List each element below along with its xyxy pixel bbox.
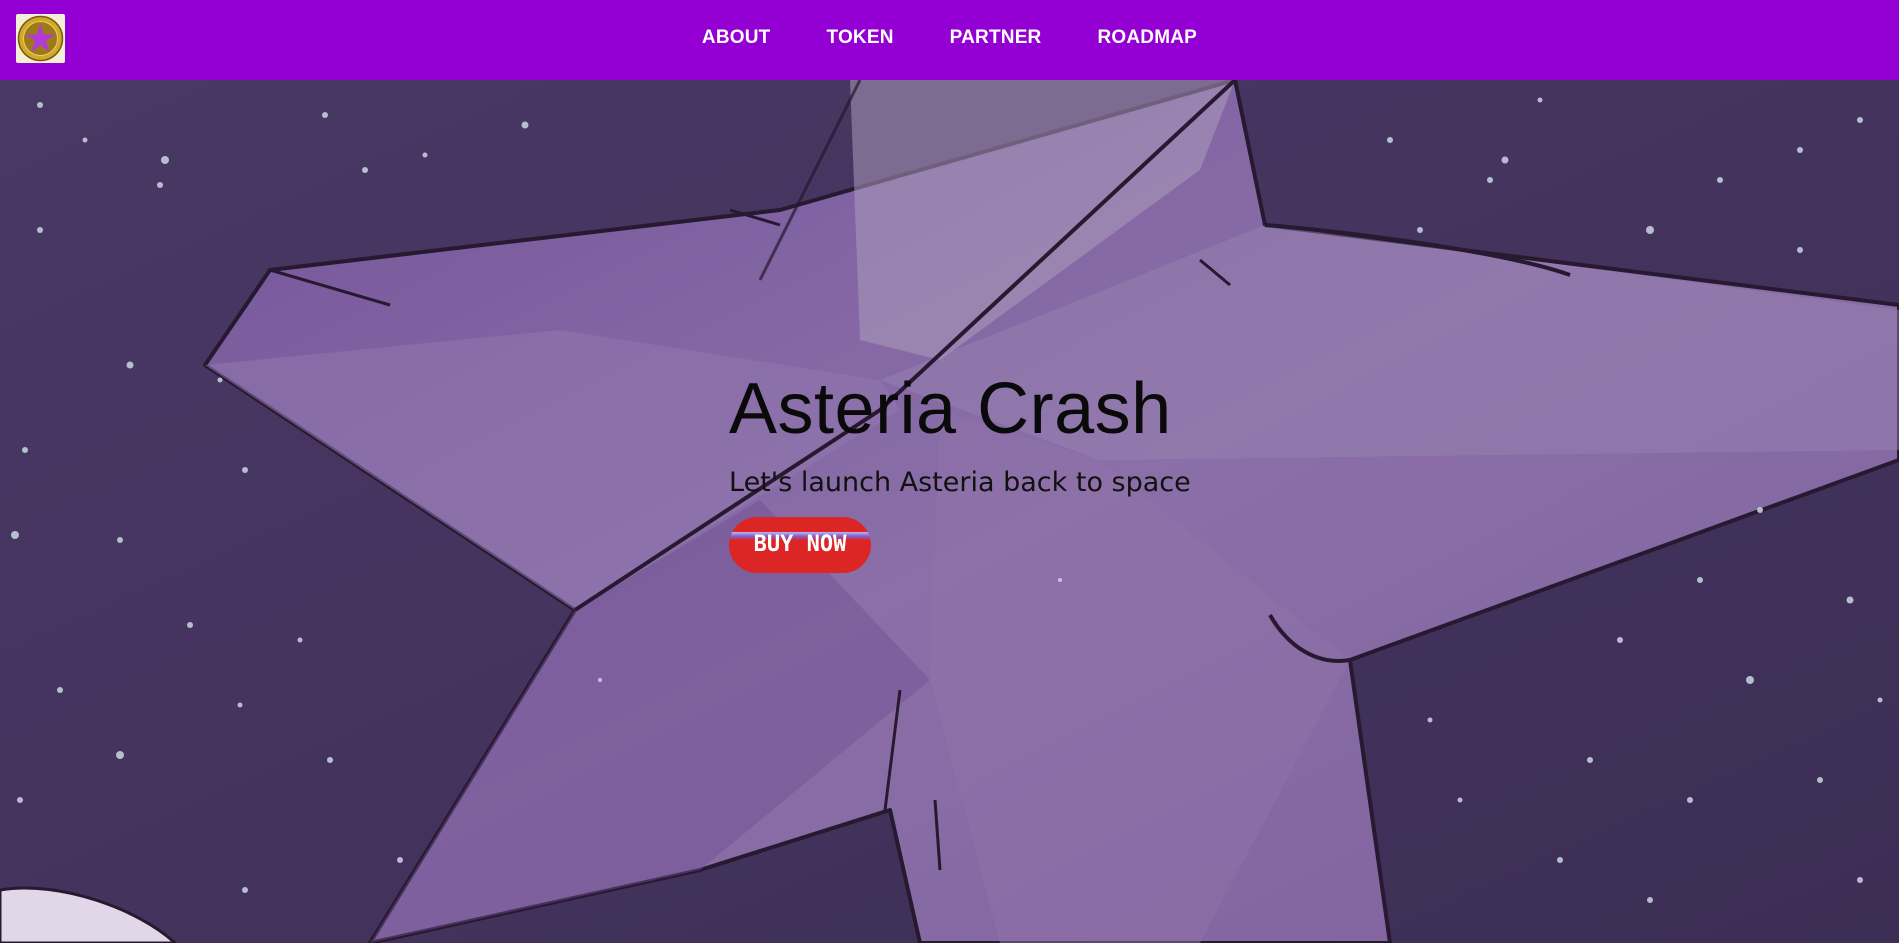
nav-token[interactable]: TOKEN [798,27,921,49]
nav-roadmap[interactable]: ROADMAP [1069,27,1225,49]
main-nav: ABOUT TOKEN PARTNER ROADMAP [0,0,1899,80]
buy-now-label: BUY NOW [753,532,847,558]
hero-section: Asteria Crash Let's launch Asteria back … [0,80,1899,943]
buy-now-button[interactable]: BUY NOW [729,517,871,574]
top-navbar: ABOUT TOKEN PARTNER ROADMAP [0,0,1899,80]
nav-about[interactable]: ABOUT [674,27,799,49]
hero-subtitle: Let's launch Asteria back to space [729,467,1191,498]
nav-partner[interactable]: PARTNER [922,27,1070,49]
hero-content: Asteria Crash Let's launch Asteria back … [729,369,1191,574]
hero-title: Asteria Crash [729,369,1172,449]
